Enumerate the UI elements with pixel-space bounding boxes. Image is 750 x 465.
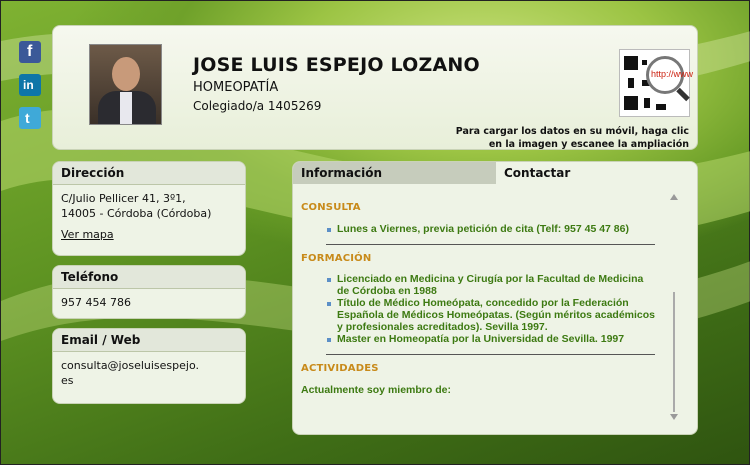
info-panel: Información Contactar CONSULTA Lunes a V… — [292, 161, 698, 435]
college-number: Colegiado/a 1405269 — [193, 99, 322, 113]
address-line2: 14005 - Córdoba (Córdoba) — [61, 207, 212, 220]
scrollbar[interactable] — [669, 192, 679, 422]
list-item: Master en Homeopatía por la Universidad … — [301, 333, 655, 345]
phone-value: 957 454 786 — [61, 296, 131, 309]
view-map-link[interactable]: Ver mapa — [61, 227, 114, 242]
phone-title: Teléfono — [53, 266, 245, 289]
actividades-intro: Actualmente soy miembro de: — [301, 384, 451, 396]
tab-contactar[interactable]: Contactar — [496, 162, 697, 184]
email-line2[interactable]: es — [61, 373, 237, 388]
divider — [326, 244, 655, 245]
qr-code-magnifier-icon[interactable]: http://www — [619, 49, 693, 117]
specialty: HOMEOPATÍA — [193, 80, 279, 95]
scroll-down-icon[interactable] — [670, 414, 678, 420]
email-line1[interactable]: consulta@joseluisespejo. — [61, 358, 237, 373]
address-line1: C/Julio Pellicer 41, 3º1, — [61, 192, 186, 205]
twitter-icon[interactable]: t — [19, 107, 41, 129]
address-box: Dirección C/Julio Pellicer 41, 3º1, 1400… — [52, 161, 246, 256]
profile-photo — [89, 44, 162, 125]
email-title: Email / Web — [53, 329, 245, 352]
qr-instructions: Para cargar los datos en su móvil, haga … — [455, 126, 689, 150]
scroll-thumb[interactable] — [673, 292, 675, 412]
divider — [326, 354, 655, 355]
actividades-title: ACTIVIDADES — [301, 363, 379, 374]
list-item: Título de Médico Homeópata, concedido po… — [301, 297, 655, 333]
email-box: Email / Web consulta@joseluisespejo. es — [52, 328, 246, 404]
list-item: Lunes a Viernes, previa petición de cita… — [301, 223, 655, 235]
tab-informacion[interactable]: Información — [293, 162, 496, 184]
linkedin-icon[interactable]: in — [19, 74, 41, 96]
list-item: Licenciado en Medicina y Cirugía por la … — [301, 273, 655, 297]
address-title: Dirección — [53, 162, 245, 185]
phone-box: Teléfono 957 454 786 — [52, 265, 246, 319]
doctor-name: JOSE LUIS ESPEJO LOZANO — [193, 54, 480, 76]
profile-header: JOSE LUIS ESPEJO LOZANO HOMEOPATÍA Coleg… — [52, 25, 698, 150]
facebook-icon[interactable]: f — [19, 41, 41, 63]
formacion-title: FORMACIÓN — [301, 253, 372, 264]
scroll-up-icon[interactable] — [670, 194, 678, 200]
consulta-title: CONSULTA — [301, 202, 361, 213]
